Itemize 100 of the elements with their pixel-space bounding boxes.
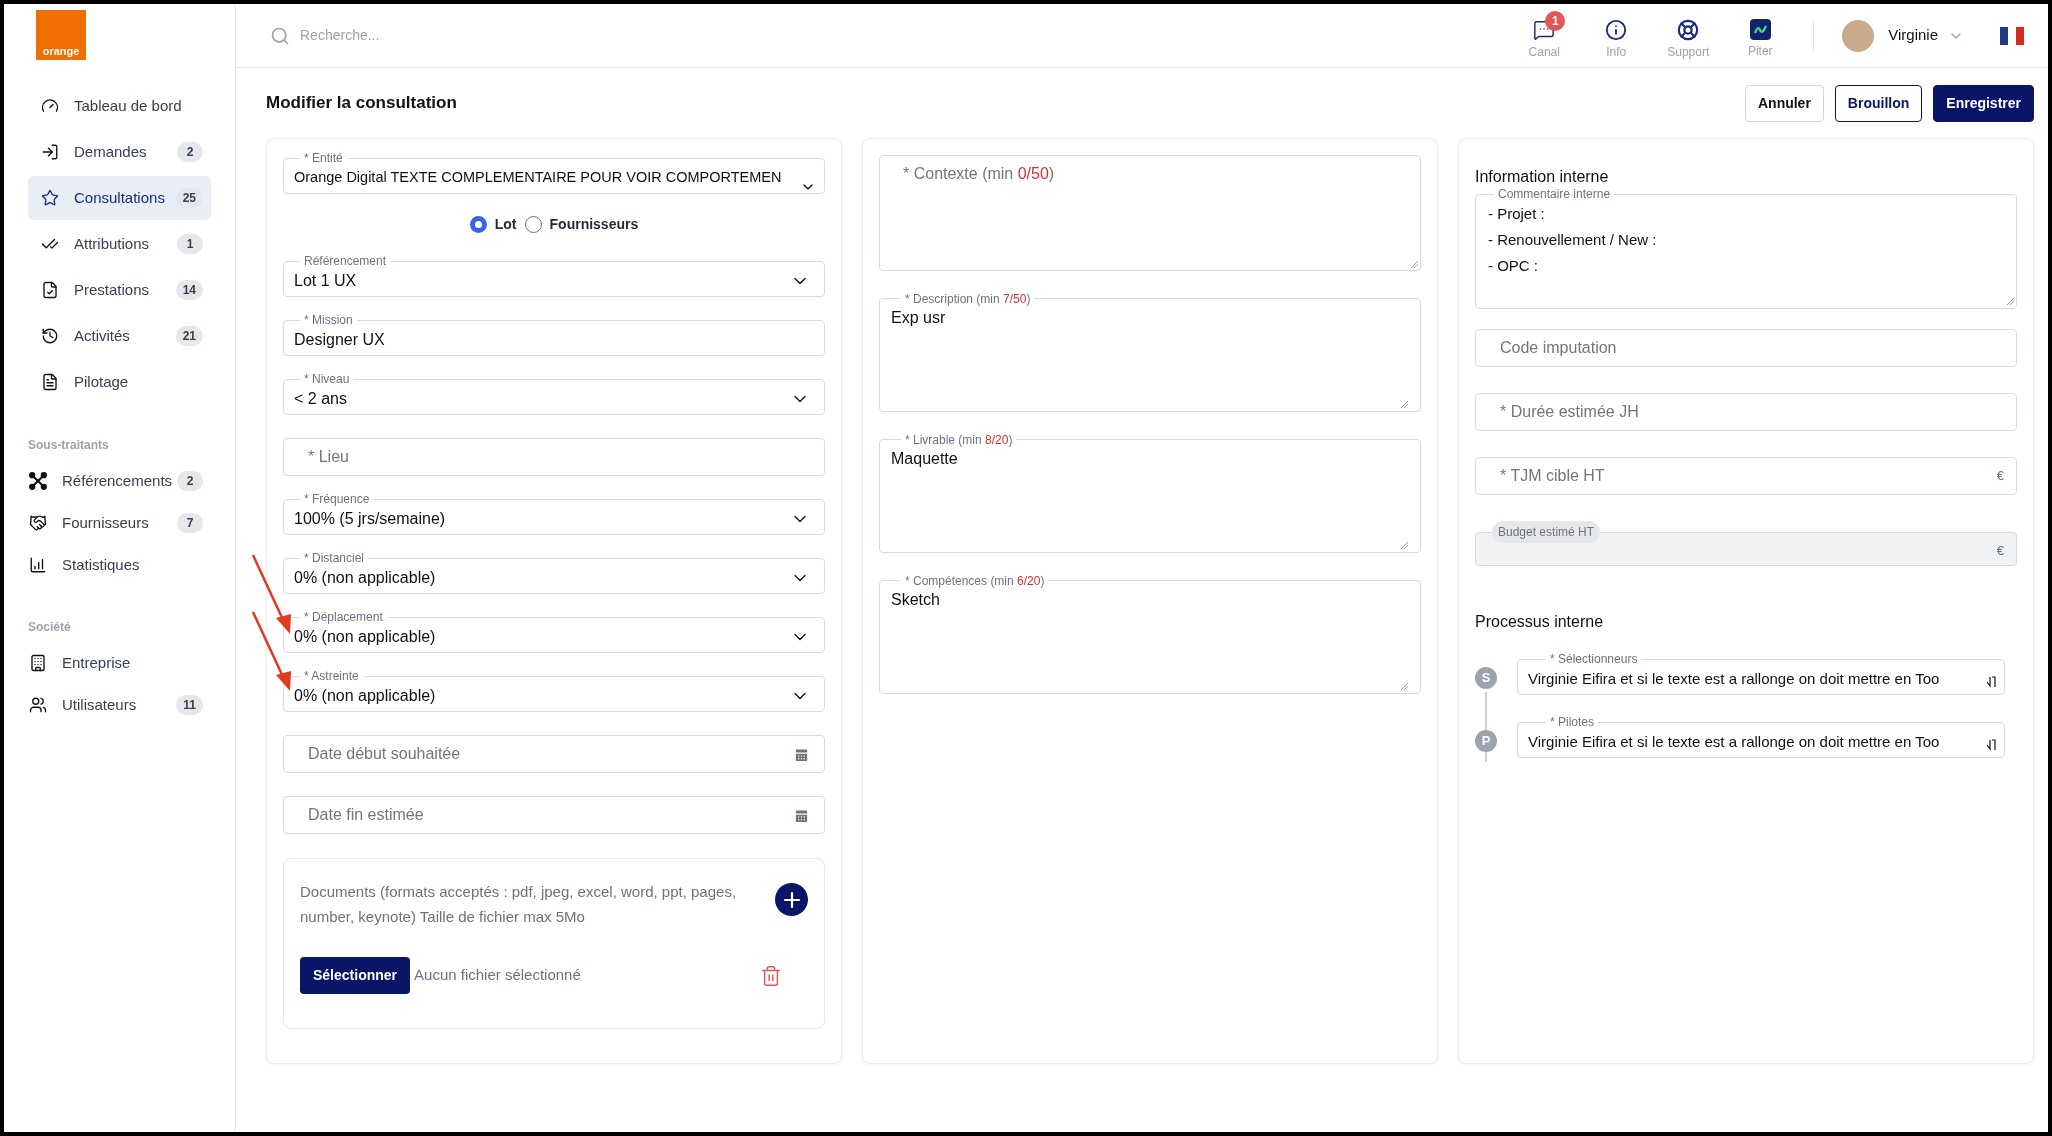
trash-icon[interactable] [760, 964, 782, 987]
sidebar-item[interactable]: Référencements 2 [28, 460, 211, 502]
field-label: * Pilotes [1549, 715, 1596, 729]
field-label: * Sélectionneurs [1549, 652, 1639, 666]
star-icon [41, 189, 59, 207]
date-field[interactable]: Date fin estimée [283, 796, 825, 834]
input-field[interactable]: * Mission Designer UX [283, 313, 825, 356]
field-label: Référencement [303, 254, 388, 268]
select-field[interactable]: * Déplacement 0% (non applicable) [283, 610, 825, 653]
sidebar-item[interactable]: Utilisateurs 11 [28, 684, 211, 726]
field-placeholder: * Lieu [308, 447, 350, 467]
resize-handle-icon[interactable] [2006, 297, 2014, 305]
clock-icon [41, 327, 59, 345]
chart-icon [29, 556, 47, 574]
info-icon [1605, 18, 1628, 41]
action-button[interactable]: Brouillon [1834, 84, 1923, 122]
sidebar-item[interactable]: Statistiques [28, 544, 211, 586]
input-field[interactable]: * TJM cible HT € [1475, 457, 2017, 495]
count-badge: 2 [177, 471, 203, 491]
field-label: Budget estimé HT [1492, 521, 1601, 543]
field-value: 0% (non applicable) [294, 568, 437, 588]
step-avatar: S [1475, 667, 1497, 689]
sidebar-item[interactable]: Demandes 2 [28, 130, 211, 174]
select-file-button[interactable]: Sélectionner [300, 957, 411, 994]
toolbar-button[interactable]: Canal 1 [1519, 10, 1570, 61]
text-area[interactable]: * Contexte (min 0/50) [879, 155, 1421, 271]
select-field[interactable]: Référencement Lot 1 UX [283, 254, 825, 297]
app-logo-icon [1749, 19, 1771, 40]
field-placeholder: Date fin estimée [308, 805, 425, 825]
file-status: Aucun fichier sélectionné [414, 965, 582, 986]
input-field[interactable]: Code imputation [1475, 329, 2017, 367]
selector-icon [1986, 739, 1996, 751]
date-field[interactable]: Date début souhaitée [283, 735, 825, 773]
sidebar-item[interactable]: Activités 21 [28, 314, 211, 358]
text-area[interactable]: * Compétences (min 6/20) Sketch [879, 573, 1421, 694]
select-field[interactable]: * Distanciel 0% (non applicable) [283, 551, 825, 594]
selector-icon [1986, 676, 1996, 688]
field-label: * Déplacement [303, 610, 384, 624]
sidebar-item[interactable]: Fournisseurs 7 [28, 502, 211, 544]
calendar-icon [793, 745, 810, 763]
text-area[interactable]: * Livrable (min 8/20) Maquette [879, 432, 1421, 553]
resize-handle-icon[interactable] [1400, 682, 1408, 690]
section-heading: Processus interne [1475, 612, 1605, 632]
resize-handle-icon[interactable] [1400, 400, 1408, 408]
field-label: Commentaire interne [1497, 187, 1612, 201]
sidebar-item[interactable]: Attributions 1 [28, 222, 211, 266]
field-value: Lot 1 UX [294, 271, 358, 291]
count-badge: 21 [175, 326, 203, 346]
field-placeholder: Code imputation [1500, 338, 1618, 358]
page-title: Modifier la consultation [266, 92, 457, 115]
field-label: * Distanciel [303, 551, 366, 565]
building-icon [29, 654, 47, 672]
field-placeholder: * Durée estimée JH [1500, 402, 1640, 422]
sidebar-item[interactable]: Prestations 14 [28, 268, 211, 312]
field-placeholder: * TJM cible HT [1500, 466, 1606, 486]
notification-badge: 1 [1545, 10, 1566, 31]
field-value: Exp usr [891, 308, 947, 328]
input-field[interactable]: * Lieu [283, 438, 825, 476]
field-label: * Niveau [303, 372, 351, 386]
documents-description: Documents (formats acceptés : pdf, jpeg, excel, word, ppt, pages, number, keynote) Taille de fichier max 5Mo [300, 882, 738, 927]
field-label: * Description (min 7/50) [905, 292, 1031, 306]
select-field[interactable]: * Fréquence 100% (5 jrs/semaine) [283, 492, 825, 535]
flag-icon[interactable] [2000, 26, 2024, 45]
add-button[interactable] [775, 883, 808, 916]
field-value: 0% (non applicable) [294, 686, 437, 706]
sidebar-item[interactable]: Entreprise [28, 642, 211, 684]
field-label: * Entité [303, 151, 344, 165]
field-value: < 2 ans [294, 389, 348, 409]
radio-option[interactable]: Lot [469, 213, 517, 235]
radio-option[interactable]: Fournisseurs [524, 213, 639, 235]
sidebar-item[interactable]: Pilotage [28, 360, 211, 404]
action-button[interactable]: Enregistrer [1933, 84, 2034, 122]
avatar [1842, 19, 1875, 52]
section-heading: Information interne [1475, 167, 1610, 187]
field-label: * Astreinte [303, 669, 360, 683]
text-line: - OPC : [1488, 256, 1538, 276]
document-icon [41, 373, 59, 391]
text-area[interactable]: * Description (min 7/50) Exp usr [879, 291, 1421, 412]
select-field[interactable]: * Niveau < 2 ans [283, 372, 825, 415]
section-heading: Sous-traitants [28, 437, 110, 454]
text-area[interactable]: Commentaire interne - Projet : - Renouvellement / New : - OPC : [1475, 187, 2017, 309]
users-icon [29, 696, 47, 714]
user-menu[interactable]: Virginie [1842, 19, 1964, 52]
sidebar-item[interactable]: Consultations 25 [28, 176, 211, 220]
field-value: Virginie Eifira et si le texte est a rallonge on doit mettre en Too [1528, 668, 1940, 689]
text-line: - Renouvellement / New : [1488, 230, 1657, 250]
resize-handle-icon[interactable] [1410, 260, 1418, 268]
action-button[interactable]: Annuler [1744, 84, 1824, 122]
sidebar-item[interactable]: Tableau de bord [28, 84, 211, 128]
resize-handle-icon[interactable] [1400, 541, 1408, 549]
input-field[interactable]: * Durée estimée JH [1475, 393, 2017, 431]
select-field[interactable]: * Pilotes Virginie Eifira et si le texte est a rallonge on doit mettre en Too [1517, 715, 2005, 758]
field-value: Sketch [891, 590, 941, 610]
select-field[interactable]: * Entité Orange Digital TEXTE COMPLEMENTAIRE POUR VOIR COMPORTEMEN [283, 151, 825, 194]
select-field[interactable]: * Sélectionneurs Virginie Eifira et si le texte est a rallonge on doit mettre en Too [1517, 652, 2005, 695]
search-field[interactable]: Recherche... [300, 25, 1520, 46]
radio-button[interactable] [469, 215, 487, 233]
section-heading: Société [28, 619, 72, 636]
field-value: 0% (non applicable) [294, 627, 437, 647]
select-field[interactable]: * Astreinte 0% (non applicable) [283, 669, 825, 712]
